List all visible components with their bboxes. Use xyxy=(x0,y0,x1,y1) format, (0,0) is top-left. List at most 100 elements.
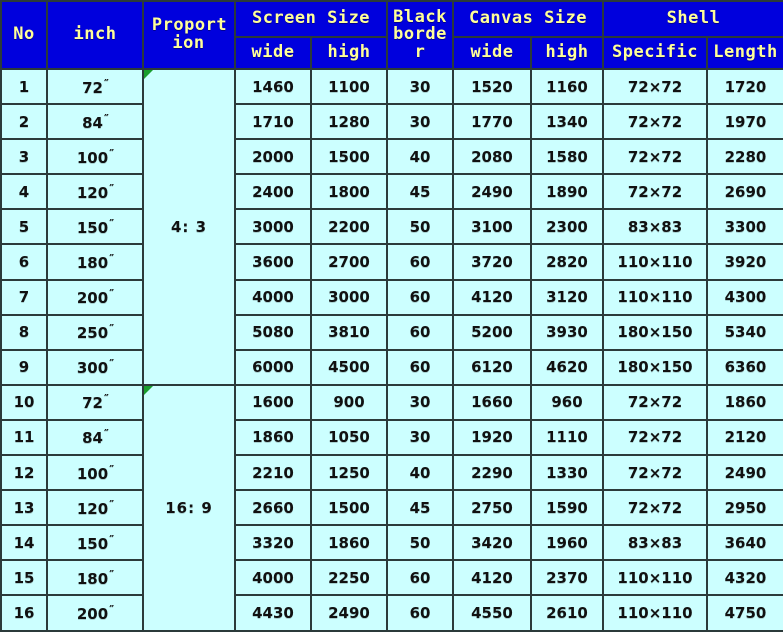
cell-shell-specific: 110×110 xyxy=(602,278,708,316)
cell-canvas-high: 1160 xyxy=(530,67,604,106)
table-row: 7 200″ 4000 3000 60 4120 3120 110×110 4300 xyxy=(0,278,783,316)
cell-canvas-wide: 2750 xyxy=(452,489,532,527)
cell-shell-specific: 83×83 xyxy=(602,524,708,562)
cell-canvas-wide: 1920 xyxy=(452,418,532,457)
cell-shell-length: 1720 xyxy=(706,67,783,106)
cell-black-border: 60 xyxy=(386,594,454,632)
cell-canvas-wide: 4120 xyxy=(452,559,532,597)
cell-canvas-high: 1110 xyxy=(530,418,604,457)
cell-canvas-wide: 1770 xyxy=(452,103,532,141)
cell-no: 6 xyxy=(0,243,48,281)
inch-mark-icon: ″ xyxy=(109,146,114,160)
cell-inch: 150″ xyxy=(46,524,144,562)
column-header-proportion: Proport ion xyxy=(142,0,236,70)
cell-canvas-high: 4620 xyxy=(530,348,604,386)
table-row: 3 100″ 2000 1500 40 2080 1580 72×72 2280 xyxy=(0,138,783,176)
cell-no: 16 xyxy=(0,594,48,632)
inch-mark-icon: ″ xyxy=(109,181,114,195)
cell-screen-high: 1050 xyxy=(310,418,388,457)
cell-screen-wide: 2000 xyxy=(234,138,312,176)
cell-canvas-high: 2820 xyxy=(530,243,604,281)
table-body: 1 72″ 4: 3 1460 1100 30 1520 1160 72×72 1720 2 84″ 1… xyxy=(0,67,783,632)
cell-screen-high: 900 xyxy=(310,383,388,421)
column-group-header-screen-size: Screen Size xyxy=(234,0,388,38)
cell-black-border: 45 xyxy=(386,173,454,211)
cell-screen-high: 1860 xyxy=(310,524,388,562)
cell-inch: 120″ xyxy=(46,489,144,527)
cell-canvas-wide: 4550 xyxy=(452,594,532,632)
column-group-header-shell: Shell xyxy=(602,0,783,38)
cell-inch: 72″ xyxy=(46,383,144,421)
table-row: 9 300″ 6000 4500 60 6120 4620 180×150 6360 xyxy=(0,348,783,386)
cell-canvas-high: 2300 xyxy=(530,208,604,246)
inch-mark-icon: ″ xyxy=(103,76,109,90)
column-header-inch: inch xyxy=(46,0,144,70)
cell-canvas-high: 1340 xyxy=(530,103,604,141)
column-header-no: No xyxy=(0,0,48,70)
cell-screen-wide: 3320 xyxy=(234,524,312,562)
cell-black-border: 30 xyxy=(386,383,454,421)
column-header-black-border: Black border xyxy=(386,0,454,70)
cell-screen-wide: 5080 xyxy=(234,313,312,351)
cell-screen-wide: 2660 xyxy=(234,489,312,527)
cell-canvas-high: 1890 xyxy=(530,173,604,211)
cell-screen-high: 1100 xyxy=(310,67,388,106)
cell-screen-high: 1800 xyxy=(310,173,388,211)
inch-mark-icon: ″ xyxy=(109,497,114,511)
cell-screen-high: 1500 xyxy=(310,138,388,176)
cell-screen-high: 3810 xyxy=(310,313,388,351)
cell-canvas-wide: 3720 xyxy=(452,243,532,281)
cell-shell-length: 2280 xyxy=(706,138,783,176)
cell-shell-length: 4320 xyxy=(706,559,783,597)
cell-shell-specific: 180×150 xyxy=(602,348,708,386)
inch-mark-icon: ″ xyxy=(109,322,114,336)
cell-canvas-wide: 2490 xyxy=(452,173,532,211)
cell-screen-wide: 2210 xyxy=(234,454,312,492)
cell-no: 2 xyxy=(0,103,48,141)
screen-size-spec-table: No inch Proport ion Screen Size Black bo… xyxy=(0,0,783,632)
cell-no: 9 xyxy=(0,348,48,386)
inch-mark-icon: ″ xyxy=(109,462,114,476)
cell-screen-wide: 4000 xyxy=(234,559,312,597)
cell-shell-specific: 72×72 xyxy=(602,103,708,141)
cell-shell-specific: 83×83 xyxy=(602,208,708,246)
column-header-canvas-wide: wide xyxy=(452,36,532,70)
table-header: No inch Proport ion Screen Size Black bo… xyxy=(0,0,783,70)
cell-canvas-wide: 4120 xyxy=(452,278,532,316)
inch-mark-icon: ″ xyxy=(109,216,114,230)
cell-no: 14 xyxy=(0,524,48,562)
cell-black-border: 60 xyxy=(386,243,454,281)
cell-inch: 100″ xyxy=(46,138,144,176)
cell-no: 8 xyxy=(0,313,48,351)
cell-black-border: 60 xyxy=(386,348,454,386)
table-row: 1 72″ 4: 3 1460 1100 30 1520 1160 72×72 1720 xyxy=(0,67,783,386)
cell-shell-specific: 72×72 xyxy=(602,418,708,457)
cell-no: 11 xyxy=(0,418,48,457)
cell-proportion-label: 16: 9 xyxy=(165,498,213,517)
column-header-screen-high: high xyxy=(310,36,388,70)
cell-shell-specific: 110×110 xyxy=(602,559,708,597)
table-row: 12 100″ 2210 1250 40 2290 1330 72×72 2490 xyxy=(0,454,783,492)
table-row: 2 84″ 1710 1280 30 1770 1340 72×72 1970 xyxy=(0,103,783,141)
cell-black-border: 40 xyxy=(386,454,454,492)
cell-shell-length: 3300 xyxy=(706,208,783,246)
cell-screen-high: 1500 xyxy=(310,489,388,527)
cell-black-border: 30 xyxy=(386,67,454,106)
cell-inch: 84″ xyxy=(46,418,144,457)
cell-canvas-wide: 1660 xyxy=(452,383,532,421)
column-header-shell-length: Length xyxy=(706,36,783,70)
comment-marker-icon xyxy=(145,70,153,79)
cell-shell-length: 1970 xyxy=(706,103,783,141)
cell-proportion-label: 4: 3 xyxy=(170,217,208,236)
table-row: 14 150″ 3320 1860 50 3420 1960 83×83 3640 xyxy=(0,524,783,562)
cell-inch: 300″ xyxy=(46,348,144,386)
cell-no: 1 xyxy=(0,67,48,106)
cell-black-border: 60 xyxy=(386,313,454,351)
cell-no: 7 xyxy=(0,278,48,316)
cell-canvas-wide: 2080 xyxy=(452,138,532,176)
cell-screen-high: 3000 xyxy=(310,278,388,316)
cell-screen-high: 1250 xyxy=(310,454,388,492)
cell-screen-wide: 3600 xyxy=(234,243,312,281)
cell-shell-length: 4750 xyxy=(706,594,783,632)
table-row: 6 180″ 3600 2700 60 3720 2820 110×110 3920 xyxy=(0,243,783,281)
